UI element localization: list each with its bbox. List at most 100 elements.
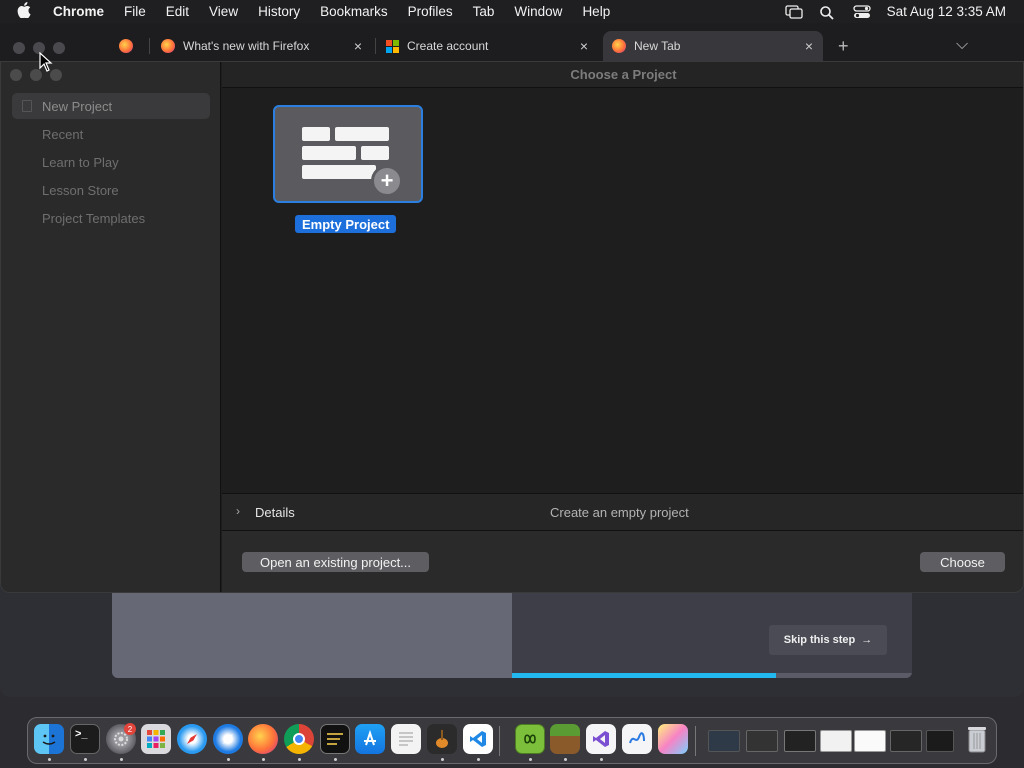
- minecraft-icon[interactable]: [550, 724, 580, 754]
- minimized-window-thumbnail[interactable]: [784, 730, 816, 752]
- brick-shape: [335, 127, 389, 141]
- firefox-icon[interactable]: [248, 724, 278, 754]
- dialog-close-button[interactable]: [10, 69, 22, 81]
- safari-icon[interactable]: [177, 724, 207, 754]
- launchpad-icon[interactable]: [141, 724, 171, 754]
- menu-app-name[interactable]: Chrome: [53, 4, 104, 19]
- apple-menu-icon[interactable]: [17, 1, 39, 22]
- minimized-window-thumbnail[interactable]: [890, 730, 922, 752]
- dialog-header: Choose a Project: [222, 62, 1023, 88]
- running-indicator: [262, 758, 265, 761]
- sidebar-item-project-templates[interactable]: Project Templates: [12, 205, 210, 231]
- document-icon: [22, 100, 32, 112]
- tab-close-icon[interactable]: ×: [354, 38, 362, 54]
- tab-whats-new-firefox[interactable]: What's new with Firefox ×: [152, 31, 372, 61]
- minimized-window-thumbnail[interactable]: [820, 730, 852, 752]
- new-tab-button[interactable]: +: [838, 36, 849, 57]
- tab-title: Create account: [407, 39, 489, 53]
- empty-project-label[interactable]: Empty Project: [295, 215, 397, 233]
- onboarding-progress-track: [512, 673, 912, 678]
- running-indicator: [48, 758, 51, 761]
- menu-edit[interactable]: Edit: [166, 4, 189, 19]
- tab-new-tab[interactable]: New Tab ×: [603, 31, 823, 61]
- menu-history[interactable]: History: [258, 4, 300, 19]
- tab-title: New Tab: [634, 39, 681, 53]
- swift-playgrounds-icon[interactable]: [515, 724, 545, 754]
- empty-project-template[interactable]: +: [273, 105, 423, 203]
- minimized-window-thumbnail[interactable]: [746, 730, 778, 752]
- mouse-pointer-icon: [39, 51, 53, 72]
- menu-bar: Chrome File Edit View History Bookmarks …: [0, 0, 1024, 23]
- arrow-right-icon: →: [861, 634, 873, 646]
- skip-step-button[interactable]: Skip this step →: [769, 625, 887, 655]
- visual-studio-icon[interactable]: [586, 724, 616, 754]
- notification-badge: 2: [124, 723, 136, 735]
- menu-bookmarks[interactable]: Bookmarks: [320, 4, 388, 19]
- sidebar-item-new-project[interactable]: New Project: [12, 93, 210, 119]
- running-indicator: [600, 758, 603, 761]
- pages-icon[interactable]: [658, 724, 688, 754]
- details-toggle[interactable]: Details: [255, 505, 295, 520]
- window-close-button[interactable]: [13, 42, 25, 54]
- terminal-icon[interactable]: >_: [70, 724, 100, 754]
- sidebar-item-lesson-store[interactable]: Lesson Store: [12, 177, 210, 203]
- template-grid: + Empty Project: [222, 89, 1023, 493]
- brick-shape: [302, 165, 376, 179]
- running-indicator: [477, 758, 480, 761]
- onboarding-illustration-panel: [112, 592, 512, 678]
- vscode-icon[interactable]: [463, 724, 493, 754]
- sidebar-item-recent[interactable]: Recent: [12, 121, 210, 147]
- screen-mirroring-icon[interactable]: [785, 4, 803, 19]
- chevron-right-icon[interactable]: ›: [236, 504, 240, 518]
- finder-icon[interactable]: [34, 724, 64, 754]
- textedit-icon[interactable]: [391, 724, 421, 754]
- minimized-window-thumbnail[interactable]: [708, 730, 740, 752]
- template-description: Create an empty project: [550, 505, 689, 520]
- garageband-icon[interactable]: [427, 724, 457, 754]
- tab-close-icon[interactable]: ×: [580, 38, 588, 54]
- running-indicator: [120, 758, 123, 761]
- dock-separator: [695, 726, 696, 756]
- sidebar-item-label: Lesson Store: [42, 182, 119, 198]
- tab-separator: [375, 38, 376, 54]
- trash-icon[interactable]: [962, 724, 992, 754]
- chrome-icon[interactable]: [284, 724, 314, 754]
- tab-pinned-firefox[interactable]: [112, 31, 146, 61]
- control-center-icon[interactable]: [853, 4, 871, 19]
- running-indicator: [84, 758, 87, 761]
- menu-help[interactable]: Help: [582, 4, 610, 19]
- firefox-icon: [612, 39, 626, 53]
- tab-list-chevron-icon[interactable]: ⌵: [956, 36, 968, 54]
- sidebar-item-learn-to-play[interactable]: Learn to Play: [12, 149, 210, 175]
- safari-preview-icon[interactable]: [213, 724, 243, 754]
- menu-file[interactable]: File: [124, 4, 146, 19]
- dock-separator: [499, 726, 500, 756]
- skip-step-label: Skip this step: [783, 634, 856, 646]
- console-icon[interactable]: [320, 724, 350, 754]
- onboarding-progress-fill: [512, 673, 776, 678]
- menu-window[interactable]: Window: [514, 4, 562, 19]
- menu-profiles[interactable]: Profiles: [408, 4, 453, 19]
- minimized-window-thumbnail[interactable]: [926, 730, 954, 752]
- firefox-icon: [119, 39, 133, 53]
- tab-title: What's new with Firefox: [183, 39, 310, 53]
- choose-button[interactable]: Choose: [920, 552, 1005, 572]
- freeform-icon[interactable]: [622, 724, 652, 754]
- open-existing-project-button[interactable]: Open an existing project...: [242, 552, 429, 572]
- menu-tab[interactable]: Tab: [473, 4, 495, 19]
- tab-close-icon[interactable]: ×: [805, 38, 813, 54]
- running-indicator: [529, 758, 532, 761]
- window-zoom-button[interactable]: [53, 42, 65, 54]
- dialog-footer: Open an existing project... Choose: [222, 531, 1023, 592]
- minimized-window-thumbnail[interactable]: [854, 730, 886, 752]
- menu-bar-clock[interactable]: Sat Aug 12 3:35 AM: [887, 4, 1006, 19]
- tab-create-account[interactable]: Create account ×: [378, 31, 598, 61]
- project-sidebar: New Project Recent Learn to Play Lesson …: [1, 62, 221, 592]
- dock: >_: [27, 717, 997, 764]
- spotlight-search-icon[interactable]: [819, 5, 837, 20]
- microsoft-icon: [386, 39, 399, 53]
- sidebar-item-label: Project Templates: [42, 210, 146, 226]
- brick-shape: [302, 127, 330, 141]
- app-store-icon[interactable]: [355, 724, 385, 754]
- menu-view[interactable]: View: [209, 4, 238, 19]
